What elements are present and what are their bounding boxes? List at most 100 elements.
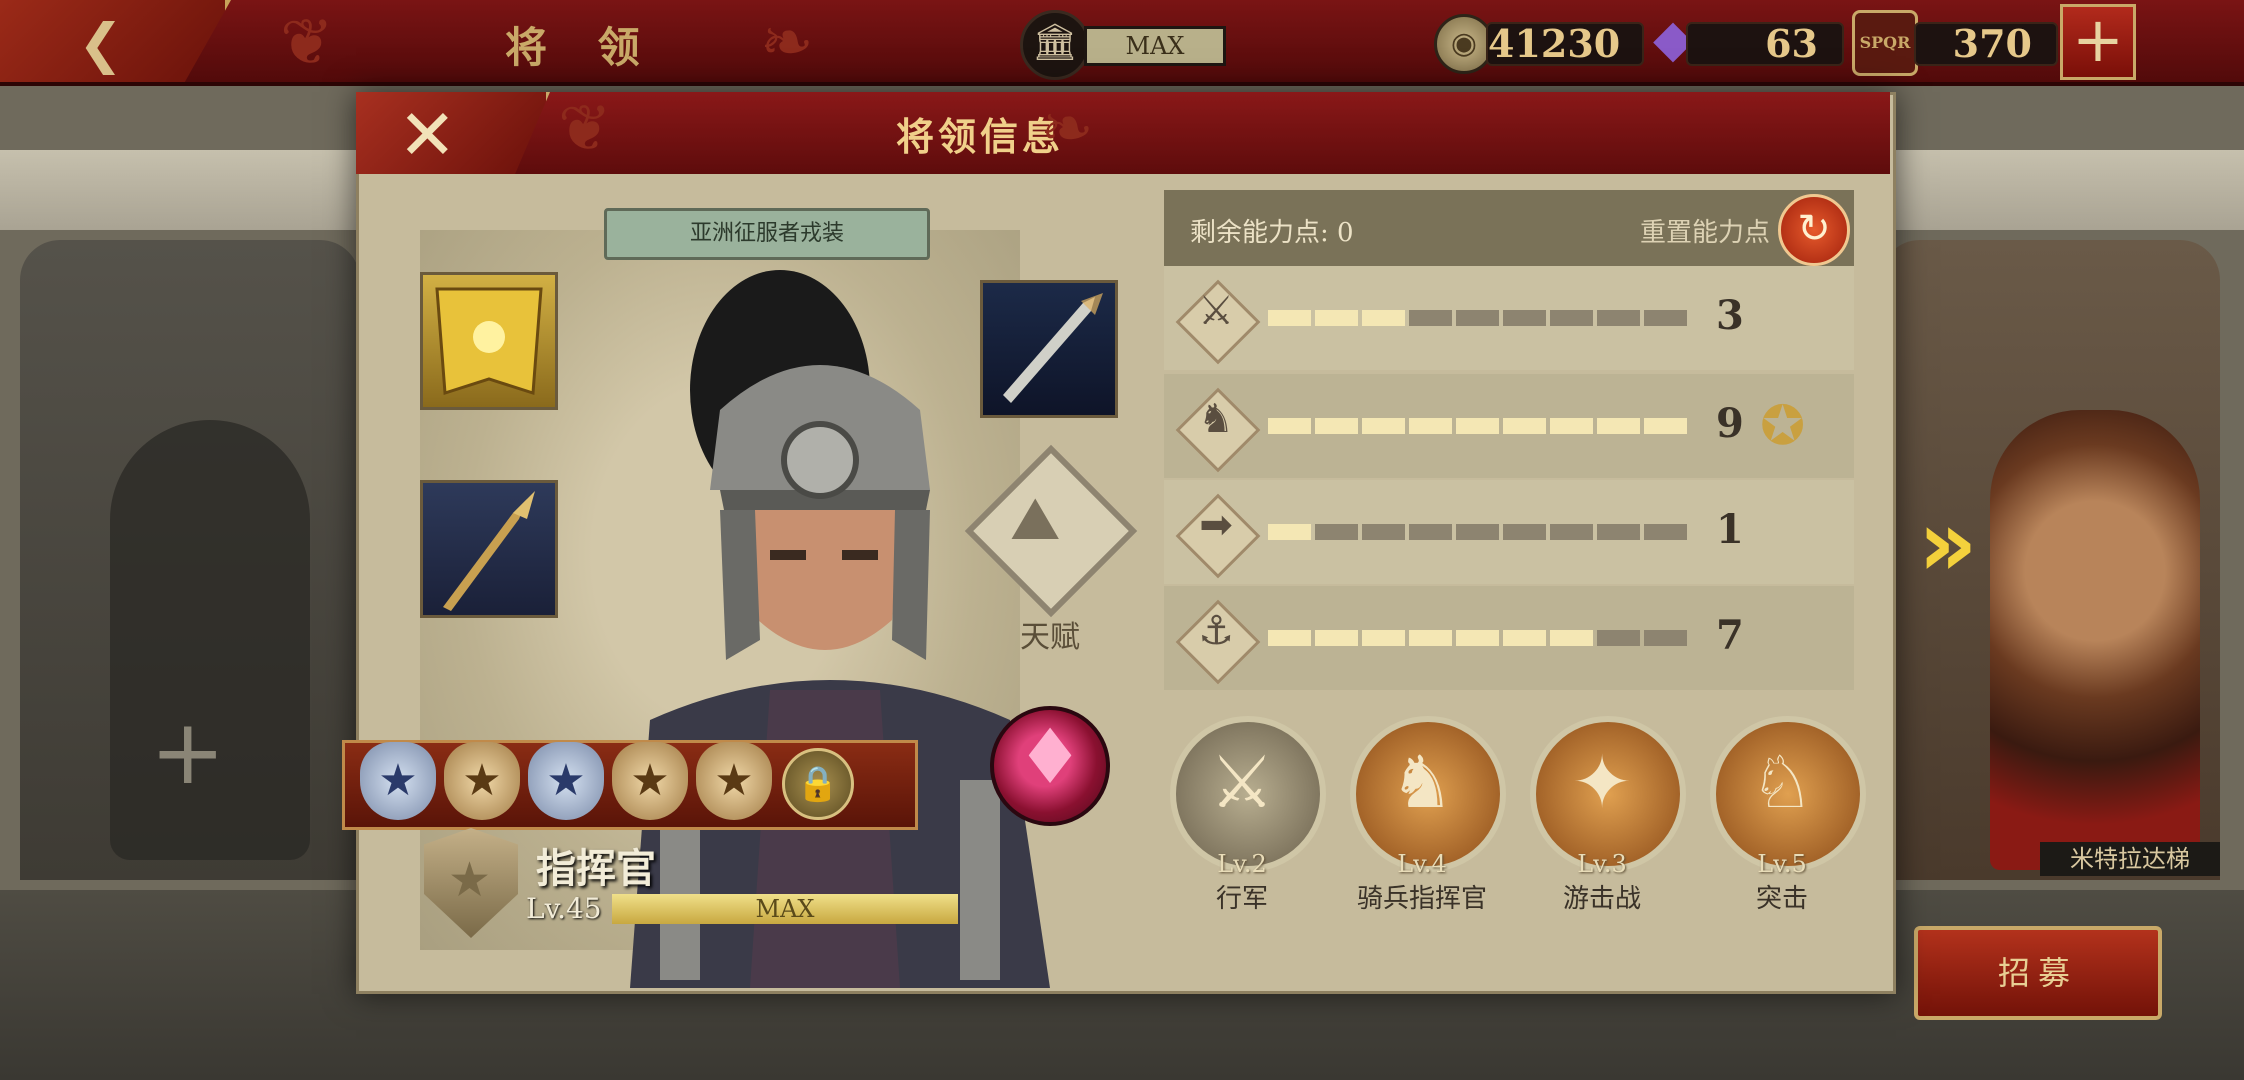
banner-equipment-slot[interactable] xyxy=(420,272,558,410)
stat-bar-bow xyxy=(1268,524,1688,540)
spear-icon xyxy=(443,491,535,611)
cavalry-rider-icon: ♘ xyxy=(1749,740,1815,824)
skill-name: 突击 xyxy=(1755,884,1808,914)
stat-value-bow: 1 xyxy=(1716,506,1744,553)
stat-bar-segment xyxy=(1550,310,1593,326)
page-title: 将 领 xyxy=(505,23,658,72)
skill-level: Lv.5 xyxy=(1757,850,1807,878)
sword-icon xyxy=(1003,293,1103,403)
next-arrow-icon[interactable]: » xyxy=(1918,490,1977,597)
stat-bar-segment xyxy=(1456,524,1499,540)
stat-bar-horse xyxy=(1268,418,1688,434)
star-badge-icon: ✪ xyxy=(1760,394,1806,457)
spqr-icon: SPQR xyxy=(1852,10,1918,76)
eagle-medal-icon[interactable]: ★ xyxy=(360,742,436,820)
stat-bar-segment xyxy=(1644,310,1687,326)
add-resource-button[interactable]: + xyxy=(2060,4,2136,80)
anchor-icon: ⚓ xyxy=(1198,608,1234,654)
stat-value-horse: 9 xyxy=(1716,400,1744,447)
stat-bar-segment xyxy=(1315,524,1358,540)
lock-icon[interactable]: 🔒 xyxy=(782,748,854,820)
helmet-icon: ⛰ xyxy=(1010,484,1061,554)
stat-bar-segment xyxy=(1597,418,1640,434)
stat-bar-segment xyxy=(1409,524,1452,540)
stat-bar-segment xyxy=(1503,310,1546,326)
stat-bar-segment xyxy=(1409,630,1452,646)
sword-equipment-slot[interactable] xyxy=(980,280,1118,418)
spqr-count: 370 xyxy=(1914,22,2058,66)
next-general-portrait xyxy=(1990,410,2200,870)
stat-bar-segment xyxy=(1409,418,1452,434)
level-label: Lv.45 xyxy=(526,892,602,925)
sun-banner-icon xyxy=(435,287,543,396)
stat-bar-segment xyxy=(1315,630,1358,646)
back-arrow-icon[interactable]: ❮ xyxy=(78,12,123,75)
stat-bar-segment xyxy=(1597,310,1640,326)
skill-name: 游击战 xyxy=(1562,884,1641,914)
costume-tag[interactable]: 亚洲征服者戎装 xyxy=(604,208,930,260)
building-level-bar: MAX xyxy=(1084,26,1226,66)
crystal-icon: ♦ xyxy=(1016,712,1085,801)
next-general-name: 米特拉达梯 xyxy=(2040,842,2220,876)
stat-bar-segment xyxy=(1315,310,1358,326)
stat-bar-segment xyxy=(1597,524,1640,540)
stat-bar-segment xyxy=(1362,524,1405,540)
stat-bar-anchor xyxy=(1268,630,1688,646)
stat-bar-segment xyxy=(1315,418,1358,434)
stat-bar-segment xyxy=(1362,630,1405,646)
stat-bar-segment xyxy=(1268,630,1311,646)
skill-name: 行军 xyxy=(1215,884,1268,914)
role-name: 指挥官 xyxy=(536,845,656,892)
spear-equipment-slot[interactable] xyxy=(420,480,558,618)
stat-bar-segment xyxy=(1550,418,1593,434)
stat-bar-segment xyxy=(1644,418,1687,434)
stat-bar-segment xyxy=(1597,630,1640,646)
eagle-medal-icon[interactable]: ★ xyxy=(528,742,604,820)
close-icon[interactable]: ✕ xyxy=(398,94,457,176)
eagle-medal-icon[interactable]: ★ xyxy=(612,742,688,820)
coin-count: 41230 xyxy=(1486,22,1644,66)
level-progress-bar: MAX xyxy=(612,894,958,924)
soldiers-icon: ⚔ xyxy=(1209,740,1275,824)
coin-icon: ◉ xyxy=(1434,14,1494,74)
stat-bar-segment xyxy=(1550,524,1593,540)
star-icon: ★ xyxy=(448,852,492,908)
reset-points-button[interactable]: ↻ xyxy=(1778,194,1850,266)
stat-bar-segment xyxy=(1550,630,1593,646)
stat-bar-segment xyxy=(1644,524,1687,540)
eagle-medal-icon[interactable]: ★ xyxy=(444,742,520,820)
sword-icon: ⚔ xyxy=(1198,288,1234,334)
stat-bar-segment xyxy=(1456,310,1499,326)
laurel-left-icon: ❦ xyxy=(558,92,612,166)
archers-icon: ✦ xyxy=(1571,740,1633,824)
horse-head-icon: ♞ xyxy=(1389,740,1455,824)
horse-icon: ♞ xyxy=(1198,396,1234,442)
laurel-right-icon: ❧ xyxy=(760,6,814,80)
stat-bar-segment xyxy=(1456,630,1499,646)
skill-level: Lv.2 xyxy=(1217,850,1267,878)
stat-value-anchor: 7 xyxy=(1716,612,1744,659)
remaining-points-label: 剩余能力点: 0 xyxy=(1190,218,1354,248)
gem-count: 63 xyxy=(1686,22,1844,66)
dialog-title: 将领信息 xyxy=(895,114,1064,159)
stat-bar-segment xyxy=(1268,524,1311,540)
skill-name: 骑兵指挥官 xyxy=(1356,884,1487,914)
laurel-right-icon: ❧ xyxy=(1040,92,1094,166)
stat-bar-segment xyxy=(1268,310,1311,326)
stat-value-sword: 3 xyxy=(1716,292,1744,339)
recruit-button[interactable]: 招募 xyxy=(1914,926,2162,1020)
reset-points-label: 重置能力点 xyxy=(1640,218,1771,248)
stat-bar-sword xyxy=(1268,310,1688,326)
stat-bar-segment xyxy=(1503,418,1546,434)
stat-bar-segment xyxy=(1503,524,1546,540)
eagle-medal-icon[interactable]: ★ xyxy=(696,742,772,820)
stat-bar-segment xyxy=(1644,630,1687,646)
stat-bar-segment xyxy=(1362,418,1405,434)
add-general-icon[interactable]: + xyxy=(150,700,225,805)
stat-bar-segment xyxy=(1409,310,1452,326)
stat-bar-segment xyxy=(1362,310,1405,326)
building-icon[interactable]: 🏛 xyxy=(1020,10,1090,80)
stat-bar-segment xyxy=(1268,418,1311,434)
stat-bar-segment xyxy=(1456,418,1499,434)
stat-bar-segment xyxy=(1503,630,1546,646)
